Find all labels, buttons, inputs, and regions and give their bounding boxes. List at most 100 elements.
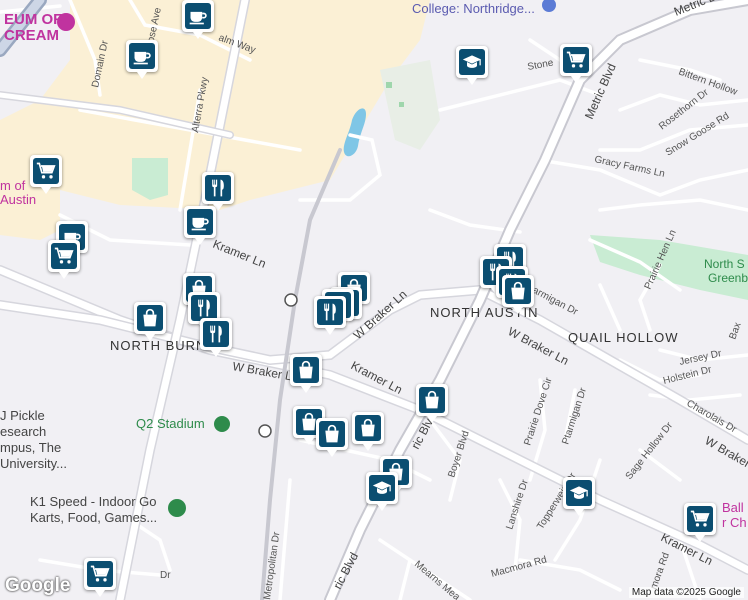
transit-station-icon[interactable] xyxy=(258,424,272,438)
map-marker[interactable] xyxy=(84,558,116,597)
marker-pointer xyxy=(325,328,335,335)
shopping-bag-icon xyxy=(355,415,381,441)
marker-pointer xyxy=(695,535,705,542)
marker-pointer xyxy=(195,238,205,245)
map-marker[interactable] xyxy=(563,477,595,516)
map-marker[interactable] xyxy=(560,44,592,83)
graduation-cap-icon xyxy=(459,49,485,75)
label-ball: Ball xyxy=(722,500,744,515)
shopping-cart-icon xyxy=(33,158,59,184)
marker-pointer xyxy=(59,272,69,279)
utensils-icon xyxy=(317,299,343,325)
graduation-cap-icon xyxy=(566,480,592,506)
map-attribution[interactable]: Map data ©2025 Google xyxy=(628,587,744,598)
shopping-bag-icon xyxy=(319,421,345,447)
label-q2-stadium: Q2 Stadium xyxy=(136,416,205,431)
shopping-bag-icon xyxy=(505,278,531,304)
map-marker[interactable] xyxy=(126,40,158,79)
label-jersey-dr: Jersey Dr xyxy=(678,348,723,368)
label-charolais-dr: Charolais Dr xyxy=(685,398,739,436)
label-ball: r Ch xyxy=(722,515,747,530)
google-logo: Google xyxy=(5,575,71,596)
label-pickle-research: University... xyxy=(0,456,67,471)
map-marker[interactable] xyxy=(290,354,322,393)
label-greenb: Greenb xyxy=(708,271,748,285)
k1-speed-poi-icon[interactable] xyxy=(168,499,186,517)
map-marker[interactable] xyxy=(416,384,448,423)
marker-pointer xyxy=(145,334,155,341)
marker-pointer xyxy=(571,76,581,83)
label-pickle-research: J Pickle xyxy=(0,408,45,423)
label-k1-speed: K1 Speed - Indoor Go xyxy=(30,494,156,509)
map-marker[interactable] xyxy=(30,155,62,194)
shopping-cart-icon xyxy=(87,561,113,587)
marker-pointer xyxy=(137,72,147,79)
marker-pointer xyxy=(327,450,337,457)
shopping-cart-icon xyxy=(687,506,713,532)
label-holstein-dr: Holstein Dr xyxy=(662,364,713,387)
marker-pointer xyxy=(427,416,437,423)
shopping-cart-icon xyxy=(51,243,77,269)
marker-pointer xyxy=(304,438,314,445)
coffee-cup-icon xyxy=(187,209,213,235)
label-college: College: Northridge... xyxy=(412,1,535,16)
label-bax: Bax xyxy=(727,321,743,341)
marker-pointer xyxy=(467,78,477,85)
marker-pointer xyxy=(95,590,105,597)
marker-pointer xyxy=(211,350,221,357)
park-area xyxy=(399,102,404,107)
transit-station-icon[interactable] xyxy=(284,293,298,307)
utensils-icon xyxy=(203,321,229,347)
map-marker[interactable] xyxy=(200,318,232,357)
label-k1-speed: Karts, Food, Games... xyxy=(30,510,157,525)
marker-pointer xyxy=(574,509,584,516)
label-mearns-meadow: Mearns Mea xyxy=(412,559,462,600)
map-marker[interactable] xyxy=(366,472,398,511)
label-stone: Stone xyxy=(527,58,555,73)
shopping-bag-icon xyxy=(137,305,163,331)
museum-poi-icon[interactable] xyxy=(542,0,556,12)
utensils-icon xyxy=(205,175,231,201)
marker-pointer xyxy=(193,32,203,39)
label-dr: Dr xyxy=(160,570,171,581)
label-macmora-rd: mora Rd xyxy=(648,551,671,591)
shopping-bag-icon xyxy=(419,387,445,413)
label-kramer-ln: Kramer Ln xyxy=(211,237,268,271)
map-marker[interactable] xyxy=(202,172,234,211)
map-marker[interactable] xyxy=(684,503,716,542)
park-area xyxy=(380,60,440,150)
label-pickle-research: esearch xyxy=(0,424,46,439)
map-canvas[interactable]: EUM OF CREAM College: Northridge... Metr… xyxy=(0,0,748,600)
label-museum-ice-cream: EUM OF xyxy=(4,11,62,28)
map-marker[interactable] xyxy=(456,46,488,85)
label-museum-austin: Austin xyxy=(0,192,36,207)
shopping-bag-icon xyxy=(293,357,319,383)
map-marker[interactable] xyxy=(134,302,166,341)
map-marker[interactable] xyxy=(48,240,80,279)
coffee-cup-icon xyxy=(185,3,211,29)
label-gracy-farms-ln: Gracy Farms Ln xyxy=(593,154,665,180)
map-marker[interactable] xyxy=(182,0,214,39)
marker-pointer xyxy=(377,504,387,511)
label-pickle-research: mpus, The xyxy=(0,440,61,455)
marker-pointer xyxy=(41,187,51,194)
map-marker[interactable] xyxy=(184,206,216,245)
stadium-poi-icon[interactable] xyxy=(214,416,230,432)
map-marker[interactable] xyxy=(314,296,346,335)
label-lanshire-dr: Lanshire Dr xyxy=(504,478,531,531)
label-museum-austin: m of xyxy=(0,178,26,193)
marker-pointer xyxy=(513,307,523,314)
map-marker[interactable] xyxy=(502,275,534,314)
label-north-s: North S xyxy=(704,257,745,271)
label-macmora-rd: Macmora Rd xyxy=(490,554,548,579)
marker-pointer xyxy=(363,444,373,451)
coffee-cup-icon xyxy=(129,43,155,69)
marker-pointer xyxy=(301,386,311,393)
graduation-cap-icon xyxy=(369,475,395,501)
label-quail-hollow: QUAIL HOLLOW xyxy=(568,330,678,345)
map-marker[interactable] xyxy=(316,418,348,457)
park-area xyxy=(386,82,392,88)
shopping-cart-icon xyxy=(563,47,589,73)
map-marker[interactable] xyxy=(352,412,384,451)
label-boyer-blvd: Boyer Blvd xyxy=(446,430,471,479)
